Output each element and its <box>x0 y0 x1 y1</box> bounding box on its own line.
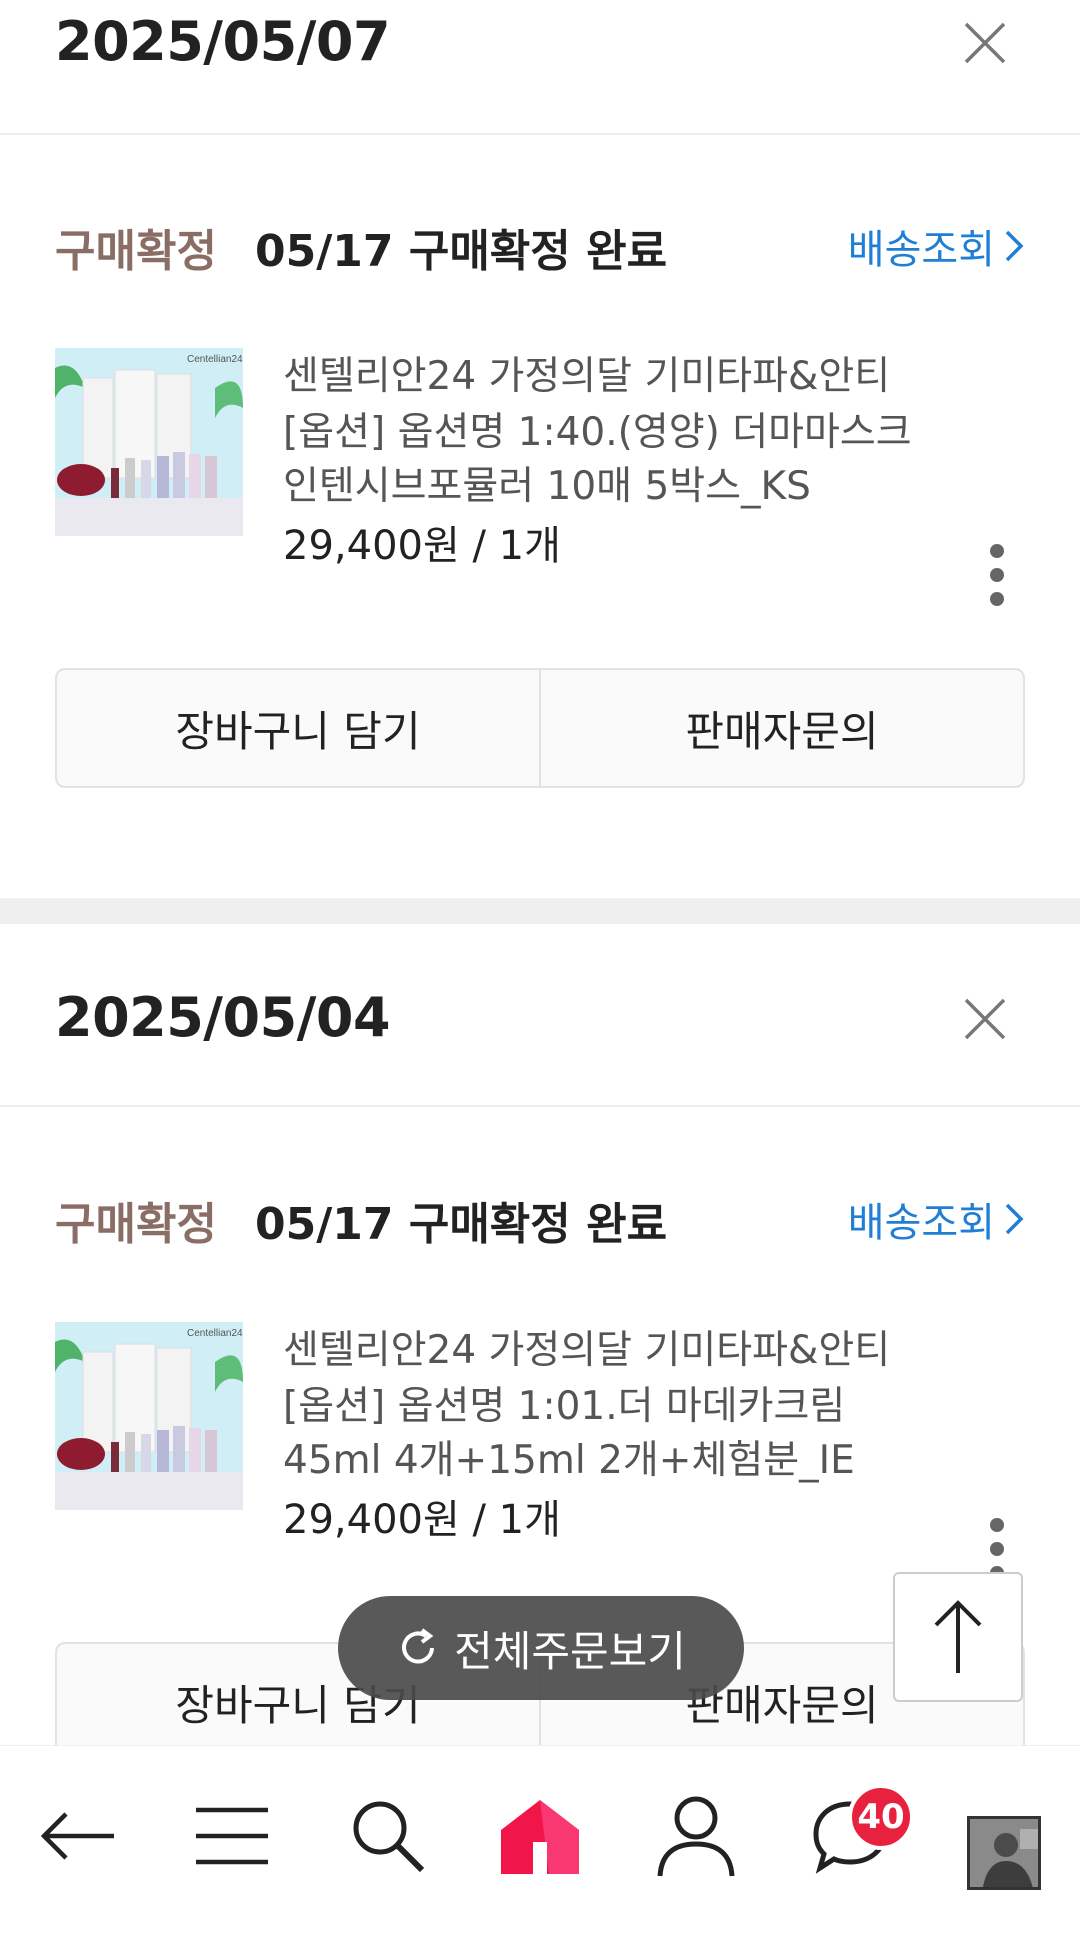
brand-logo: Centellian24 <box>187 1328 243 1339</box>
status-text: 05/17 구매확정 완료 <box>255 226 668 277</box>
product-item[interactable]: Centellian24 센텔리안24 가정의달 기미타파&안티 [옵션] 옵션… <box>55 348 1025 608</box>
order-date: 2025/05/04 <box>55 986 391 1049</box>
product-name: 센텔리안24 가정의달 기미타파&안티 <box>283 1328 891 1373</box>
status-text: 05/17 구매확정 완료 <box>255 1199 668 1250</box>
chevron-right-icon <box>1005 1203 1024 1235</box>
chevron-right-icon <box>1005 230 1024 262</box>
order-actions: 장바구니 담기 판매자문의 <box>55 668 1025 788</box>
back-arrow-icon[interactable] <box>28 1786 128 1886</box>
product-item[interactable]: Centellian24 센텔리안24 가정의달 기미타파&안티 [옵션] 옵션… <box>55 1322 1025 1582</box>
product-option: [옵션] 옵션명 1:01.더 마데카크림 45ml 4개+15ml 2개+체험… <box>283 1384 855 1483</box>
scroll-to-top-button[interactable] <box>893 1572 1023 1702</box>
menu-icon[interactable] <box>182 1786 282 1886</box>
product-thumbnail[interactable]: Centellian24 <box>55 1322 243 1510</box>
close-icon[interactable] <box>960 994 1010 1044</box>
view-all-orders-label: 전체주문보기 <box>454 1626 686 1676</box>
arrow-up-icon <box>934 1600 982 1673</box>
product-price: 29,400원 / 1개 <box>283 1497 561 1543</box>
seller-inquiry-button[interactable]: 판매자문의 <box>539 670 1023 786</box>
order-date: 2025/05/07 <box>55 10 391 73</box>
search-icon[interactable] <box>338 1786 438 1886</box>
track-delivery-label: 배송조회 <box>847 1200 995 1246</box>
status-badge: 구매확정 <box>55 1199 217 1250</box>
order-card: 2025/05/07 구매확정 05/17 구매확정 완료 배송조회 Cente… <box>0 0 1080 900</box>
track-delivery-label: 배송조회 <box>847 227 995 273</box>
product-name: 센텔리안24 가정의달 기미타파&안티 <box>283 354 891 399</box>
product-info: 센텔리안24 가정의달 기미타파&안티 [옵션] 옵션명 1:01.더 마데카크… <box>283 1322 945 1550</box>
home-icon[interactable] <box>490 1786 590 1886</box>
order-status-row: 구매확정 05/17 구매확정 완료 배송조회 <box>55 215 1025 285</box>
view-all-orders-button[interactable]: 전체주문보기 <box>338 1596 744 1700</box>
product-info: 센텔리안24 가정의달 기미타파&안티 [옵션] 옵션명 1:40.(영양) 더… <box>283 348 945 576</box>
product-thumbnail[interactable]: Centellian24 <box>55 348 243 536</box>
refresh-icon <box>402 1628 435 1664</box>
add-to-cart-button[interactable]: 장바구니 담기 <box>57 670 539 786</box>
order-status-row: 구매확정 05/17 구매확정 완료 배송조회 <box>55 1188 1025 1258</box>
close-icon[interactable] <box>960 18 1010 68</box>
more-options-icon[interactable] <box>987 544 1007 608</box>
track-delivery-link[interactable]: 배송조회 <box>848 217 1025 275</box>
product-price: 29,400원 / 1개 <box>283 523 561 569</box>
avatar[interactable] <box>967 1816 1041 1890</box>
order-header: 2025/05/04 <box>0 924 1080 1107</box>
status-badge: 구매확정 <box>55 226 217 277</box>
track-delivery-link[interactable]: 배송조회 <box>848 1190 1025 1248</box>
section-divider <box>0 898 1080 924</box>
bottom-navigation: 40 <box>0 1745 1080 1946</box>
person-icon[interactable] <box>646 1786 746 1886</box>
product-option: [옵션] 옵션명 1:40.(영양) 더마마스크 인텐시브포뮬러 10매 5박스… <box>283 410 912 509</box>
chat-badge: 40 <box>848 1784 914 1850</box>
order-header: 2025/05/07 <box>0 0 1080 135</box>
brand-logo: Centellian24 <box>187 354 243 365</box>
